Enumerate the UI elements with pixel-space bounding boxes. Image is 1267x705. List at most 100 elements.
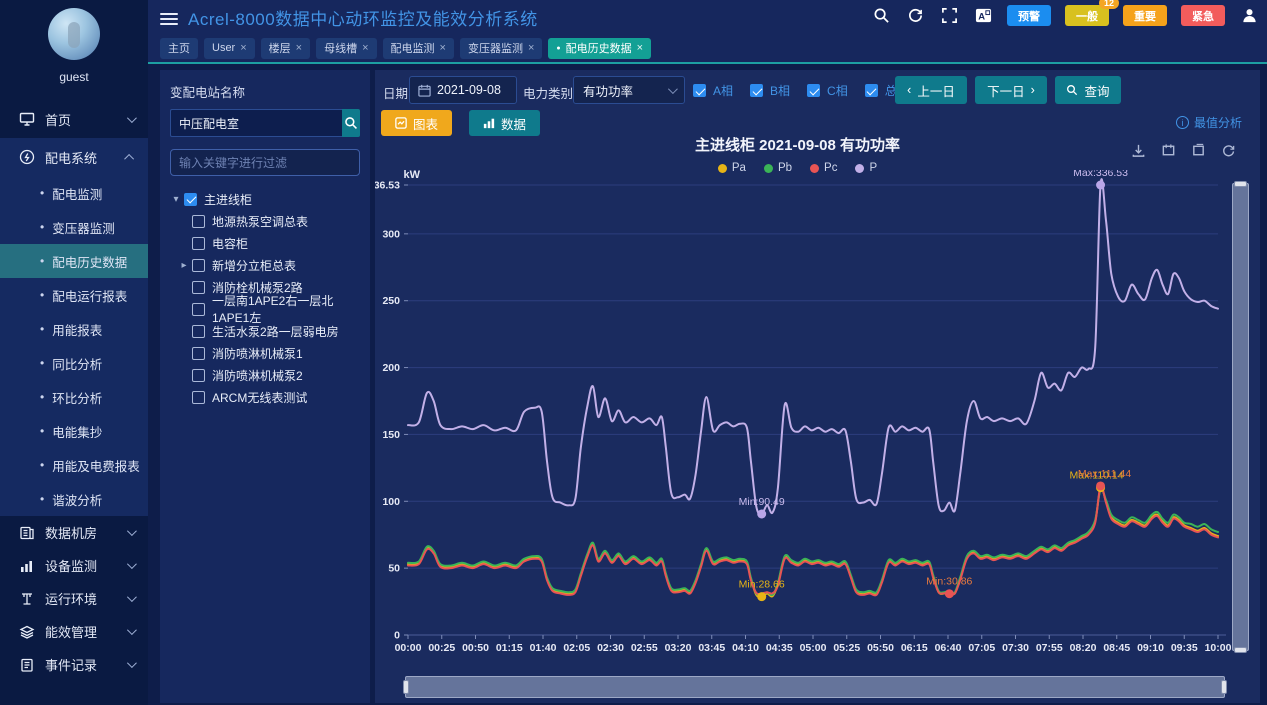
tree-checkbox[interactable] — [192, 325, 205, 338]
download-icon[interactable] — [1128, 140, 1148, 160]
slider-handle[interactable] — [1234, 181, 1247, 187]
power-category-select[interactable]: 有功功率 — [573, 76, 685, 104]
tree-checkbox[interactable] — [192, 215, 205, 228]
tab-user[interactable]: User× — [204, 38, 255, 59]
tab-busway[interactable]: 母线槽× — [316, 38, 376, 59]
sidebar-item-event-log[interactable]: 事件记录 — [0, 648, 148, 681]
sidebar-item-environment[interactable]: 运行环境 — [0, 582, 148, 615]
next-day-button[interactable]: 下一日› — [975, 76, 1047, 104]
sidebar-subitem-yoy-analysis[interactable]: 同比分析 — [0, 346, 148, 380]
refresh-icon[interactable] — [905, 6, 925, 26]
slider-handle[interactable] — [1221, 680, 1227, 694]
sidebar-subitem-meter-reading[interactable]: 电能集抄 — [0, 414, 148, 448]
station-search-input[interactable] — [170, 109, 342, 137]
close-icon[interactable]: × — [528, 42, 534, 54]
horizontal-datazoom-slider[interactable] — [405, 676, 1225, 698]
tree-checkbox[interactable] — [192, 391, 205, 404]
tree-checkbox[interactable] — [192, 237, 205, 250]
sidebar-subitem-mom-analysis[interactable]: 环比分析 — [0, 380, 148, 414]
sidebar-item-energy-mgmt[interactable]: 能效管理 — [0, 615, 148, 648]
search-icon[interactable] — [871, 6, 891, 26]
box-restore-icon[interactable] — [1188, 140, 1208, 160]
tree-item-expandable[interactable]: ▸新增分立柜总表 — [170, 254, 360, 276]
y-tick-label: 50 — [388, 563, 400, 575]
tab-distribution-monitor[interactable]: 配电监测× — [383, 38, 454, 59]
search-icon — [1066, 84, 1078, 96]
close-icon[interactable]: × — [362, 42, 368, 54]
alarm-critical-button[interactable]: 紧急 — [1181, 5, 1225, 26]
close-icon[interactable]: × — [637, 42, 643, 54]
annotation-label-Pc-min: Min:30.86 — [926, 576, 972, 588]
alarm-warning-button[interactable]: 预警 — [1007, 5, 1051, 26]
legend-item-p[interactable]: P — [855, 162, 877, 174]
sidebar-subitem-operation-report[interactable]: 配电运行报表 — [0, 278, 148, 312]
tree-root-row[interactable]: ▾ 主进线柜 — [170, 188, 360, 210]
menu-toggle-icon[interactable] — [160, 10, 178, 24]
tab-floor[interactable]: 楼层× — [261, 38, 310, 59]
chart-legend: Pa Pb Pc P — [375, 162, 1220, 174]
x-tick-label: 06:15 — [901, 642, 928, 654]
station-search-button[interactable] — [342, 109, 360, 137]
alarm-important-button[interactable]: 重要 — [1123, 5, 1167, 26]
tree-checkbox[interactable] — [192, 347, 205, 360]
tree-item[interactable]: 消防喷淋机械泵2 — [170, 364, 360, 386]
peak-analysis-link[interactable]: i最值分析 — [1176, 114, 1242, 131]
tree-item[interactable]: 生活水泵2路一层弱电房 — [170, 320, 360, 342]
tree-checkbox-checked[interactable] — [184, 193, 197, 206]
info-icon: i — [1176, 116, 1189, 129]
checkbox-phase-b[interactable]: B相 — [750, 82, 790, 99]
tree-checkbox[interactable] — [192, 369, 205, 382]
tree-item[interactable]: 一层南1APE2右一层北1APE1左 — [170, 298, 360, 320]
sidebar-item-home[interactable]: 首页 — [0, 100, 148, 138]
checkbox-phase-a[interactable]: A相 — [693, 82, 733, 99]
tree-checkbox[interactable] — [192, 303, 205, 316]
data-view-button[interactable]: 数据 — [469, 110, 540, 136]
tab-transformer-monitor[interactable]: 变压器监测× — [460, 38, 542, 59]
legend-item-pa[interactable]: Pa — [718, 162, 746, 174]
translate-icon[interactable]: A — [973, 6, 993, 26]
tree-item[interactable]: 电容柜 — [170, 232, 360, 254]
tree-item[interactable]: 消防喷淋机械泵1 — [170, 342, 360, 364]
tree-checkbox[interactable] — [192, 281, 205, 294]
legend-item-pb[interactable]: Pb — [764, 162, 792, 174]
sidebar-subitem-energy-fee-report[interactable]: 用能及电费报表 — [0, 448, 148, 482]
chart-view-button[interactable]: 图表 — [381, 110, 452, 136]
active-dot-icon: ● — [556, 45, 560, 52]
sidebar-item-device-monitor[interactable]: 设备监测 — [0, 549, 148, 582]
tree-filter-input[interactable] — [170, 149, 360, 176]
user-avatar[interactable] — [48, 8, 100, 60]
fullscreen-icon[interactable] — [939, 6, 959, 26]
query-button[interactable]: 查询 — [1055, 76, 1121, 104]
line-chart-canvas[interactable]: kW050100150200250300336.5300:0000:2500:5… — [375, 170, 1260, 670]
caret-right-icon[interactable]: ▸ — [178, 260, 190, 271]
tree-item[interactable]: 地源热泵空调总表 — [170, 210, 360, 232]
refresh-icon[interactable] — [1218, 140, 1238, 160]
tab-home[interactable]: 主页 — [160, 38, 198, 59]
user-icon[interactable] — [1239, 6, 1259, 26]
caret-down-icon[interactable]: ▾ — [170, 194, 182, 205]
chevron-down-icon — [127, 113, 137, 123]
box-zoom-icon[interactable] — [1158, 140, 1178, 160]
sidebar-item-power-system[interactable]: 配电系统 — [0, 138, 148, 176]
slider-handle[interactable] — [1234, 647, 1247, 653]
sidebar-subitem-harmonic-analysis[interactable]: 谐波分析 — [0, 482, 148, 516]
vertical-datazoom-slider[interactable] — [1232, 183, 1249, 651]
sidebar-subitem-transformer-monitor[interactable]: 变压器监测 — [0, 210, 148, 244]
sidebar-subitem-energy-report[interactable]: 用能报表 — [0, 312, 148, 346]
tree-checkbox[interactable] — [192, 259, 205, 272]
slider-handle[interactable] — [403, 680, 409, 694]
date-picker[interactable]: 2021-09-08 — [409, 76, 517, 104]
sidebar-item-data-room[interactable]: 数据机房 — [0, 516, 148, 549]
sidebar-subitem-distribution-monitor[interactable]: 配电监测 — [0, 176, 148, 210]
checkbox-phase-c[interactable]: C相 — [807, 82, 848, 99]
sidebar-subitem-distribution-history[interactable]: 配电历史数据 — [0, 244, 148, 278]
x-tick-label: 07:05 — [968, 642, 995, 654]
tree-item[interactable]: ARCM无线表测试 — [170, 386, 360, 408]
close-icon[interactable]: × — [296, 42, 302, 54]
close-icon[interactable]: × — [240, 42, 246, 54]
legend-item-pc[interactable]: Pc — [810, 162, 837, 174]
prev-day-button[interactable]: ‹上一日 — [895, 76, 967, 104]
tab-distribution-history[interactable]: ●配电历史数据× — [548, 38, 651, 59]
alarm-general-button[interactable]: 一般12 — [1065, 5, 1109, 26]
close-icon[interactable]: × — [440, 42, 446, 54]
